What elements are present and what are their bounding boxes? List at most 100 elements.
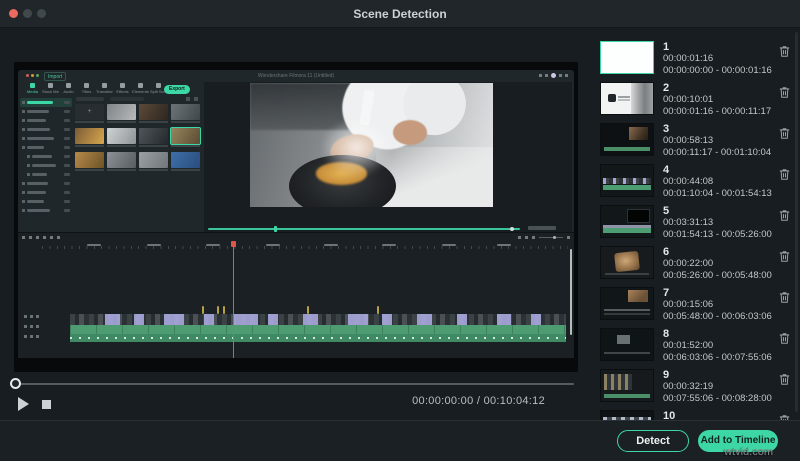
trash-icon[interactable]	[778, 44, 792, 82]
trash-icon[interactable]	[778, 208, 792, 246]
seek-slider[interactable]	[10, 378, 574, 389]
scene-list-item[interactable]: 7 00:00:15:06 00:05:48:00 - 00:06:03:06	[592, 287, 800, 328]
scene-duration: 00:00:15:06	[663, 299, 714, 310]
sidebar-row	[20, 107, 72, 116]
scene-list-item[interactable]: 5 00:03:31:13 00:01:54:13 - 00:05:26:00	[592, 205, 800, 246]
scene-thumbnail	[600, 205, 654, 238]
sidebar-row	[20, 161, 72, 170]
scene-list-item[interactable]: 6 00:00:22:00 00:05:26:00 - 00:05:48:00	[592, 246, 800, 287]
filmora-window: Import Wondershare Filmora 11 (Untitled)…	[18, 70, 574, 358]
tab-stock-media: Stock Media	[42, 83, 59, 94]
sidebar-row	[20, 170, 72, 179]
view-icon	[194, 97, 198, 101]
scene-meta: 7 00:00:15:06 00:05:48:00 - 00:06:03:06	[663, 287, 778, 328]
scene-list-item[interactable]: 9 00:00:32:19 00:07:55:06 - 00:08:28:00	[592, 369, 800, 410]
scene-number: 9	[663, 369, 670, 381]
scene-duration: 00:00:01:16	[663, 53, 714, 64]
titlebar: Scene Detection	[0, 0, 800, 28]
timeline-marker	[217, 306, 219, 314]
scene-thumbnail	[600, 164, 654, 197]
timeline-marker	[307, 306, 309, 314]
stop-button[interactable]	[42, 400, 51, 409]
scene-list-item[interactable]: 3 00:00:58:13 00:00:11:17 - 00:01:10:04	[592, 123, 800, 164]
filmstrip-segment	[268, 314, 279, 325]
watermark: wtvid.com	[724, 446, 773, 458]
trash-icon[interactable]	[778, 249, 792, 287]
media-thumbnail	[171, 104, 200, 123]
scene-range: 00:01:54:13 - 00:05:26:00	[663, 229, 772, 240]
scene-meta: 8 00:01:52:00 00:06:03:06 - 00:07:55:06	[663, 328, 778, 369]
scene-duration: 00:00:22:00	[663, 258, 714, 269]
track-header-icons	[24, 335, 39, 338]
import-media-tile: +	[75, 104, 104, 123]
scene-number: 3	[663, 123, 670, 135]
filmstrip-segment	[303, 314, 318, 325]
scene-range: 00:00:01:16 - 00:00:11:17	[663, 106, 772, 117]
scene-number: 8	[663, 328, 670, 340]
filmstrip-segment	[456, 314, 467, 325]
sidebar-row	[20, 152, 72, 161]
scene-list-item[interactable]: 8 00:01:52:00 00:06:03:06 - 00:07:55:06	[592, 328, 800, 369]
play-button[interactable]	[18, 397, 29, 411]
account-avatar	[551, 73, 556, 78]
media-thumbnail	[107, 128, 136, 147]
media-thumbnail	[75, 128, 104, 147]
trash-icon[interactable]	[778, 331, 792, 369]
scene-thumbnail	[600, 410, 654, 420]
scene-list-item[interactable]: 10	[592, 410, 800, 420]
media-grid: +	[75, 104, 203, 171]
scene-list-item[interactable]: 4 00:00:44:08 00:01:10:04 - 00:01:54:13	[592, 164, 800, 205]
filmstrip-segment	[134, 314, 145, 325]
tab-elements: Elements	[132, 83, 149, 94]
scene-range: 00:01:10:04 - 00:01:54:13	[663, 188, 772, 199]
filmstrip-segment	[417, 314, 433, 325]
ruler-label	[147, 244, 161, 246]
trash-icon[interactable]	[778, 167, 792, 205]
tab-titles: Titles	[78, 83, 95, 94]
scene-list-item[interactable]: 1 00:00:01:16 00:00:00:00 - 00:00:01:16	[592, 41, 800, 82]
scene-detection-dialog: Scene Detection Import Wondershare Filmo…	[0, 0, 800, 461]
ruler-label	[206, 244, 220, 246]
filter-icon	[186, 97, 190, 101]
ruler-label	[324, 244, 338, 246]
playhead	[231, 241, 236, 358]
scene-meta: 5 00:03:31:13 00:01:54:13 - 00:05:26:00	[663, 205, 778, 246]
media-thumbnail	[139, 104, 168, 123]
export-button: Export	[164, 85, 190, 94]
media-thumbnail	[75, 152, 104, 171]
scene-list-item[interactable]: 2 00:00:10:01 00:00:01:16 - 00:00:11:17	[592, 82, 800, 123]
scene-meta: 3 00:00:58:13 00:00:11:17 - 00:01:10:04	[663, 123, 778, 164]
tab-transitions: Transitions	[96, 83, 113, 94]
scene-number: 6	[663, 246, 670, 258]
scene-thumbnail	[600, 246, 654, 279]
filmora-tab-bar: MediaStock MediaAudioTitlesTransitionsEf…	[24, 83, 167, 94]
trash-icon[interactable]	[778, 85, 792, 123]
scrollbar[interactable]	[795, 32, 798, 412]
track-header-icons	[24, 325, 39, 328]
sidebar-row	[20, 179, 72, 188]
player-seekbar	[208, 226, 520, 232]
timeline-ruler	[42, 242, 568, 249]
trash-icon[interactable]	[778, 372, 792, 410]
scene-number: 4	[663, 164, 670, 176]
detect-button[interactable]: Detect	[617, 430, 689, 452]
trash-icon[interactable]	[778, 126, 792, 164]
media-thumbnail	[107, 104, 136, 123]
scene-range: 00:00:11:17 - 00:01:10:04	[663, 147, 772, 158]
media-thumbnail	[139, 152, 168, 171]
ruler-label	[497, 244, 511, 246]
sidebar-row	[20, 116, 72, 125]
sidebar-row	[20, 134, 72, 143]
scene-range: 00:05:48:00 - 00:06:03:06	[663, 311, 772, 322]
filmora-titlebar-icons	[539, 73, 568, 78]
timeline-marker	[377, 306, 379, 314]
trash-icon[interactable]	[778, 290, 792, 328]
filmora-titlebar: Import Wondershare Filmora 11 (Untitled)	[18, 70, 574, 82]
scene-range: 00:00:00:00 - 00:00:01:16	[663, 65, 772, 76]
scene-duration: 00:00:10:01	[663, 94, 714, 105]
audio-track	[70, 325, 566, 334]
scene-thumbnail	[600, 41, 654, 74]
scene-thumbnail	[600, 82, 654, 115]
seek-knob[interactable]	[10, 378, 21, 389]
trash-icon[interactable]	[778, 413, 792, 420]
